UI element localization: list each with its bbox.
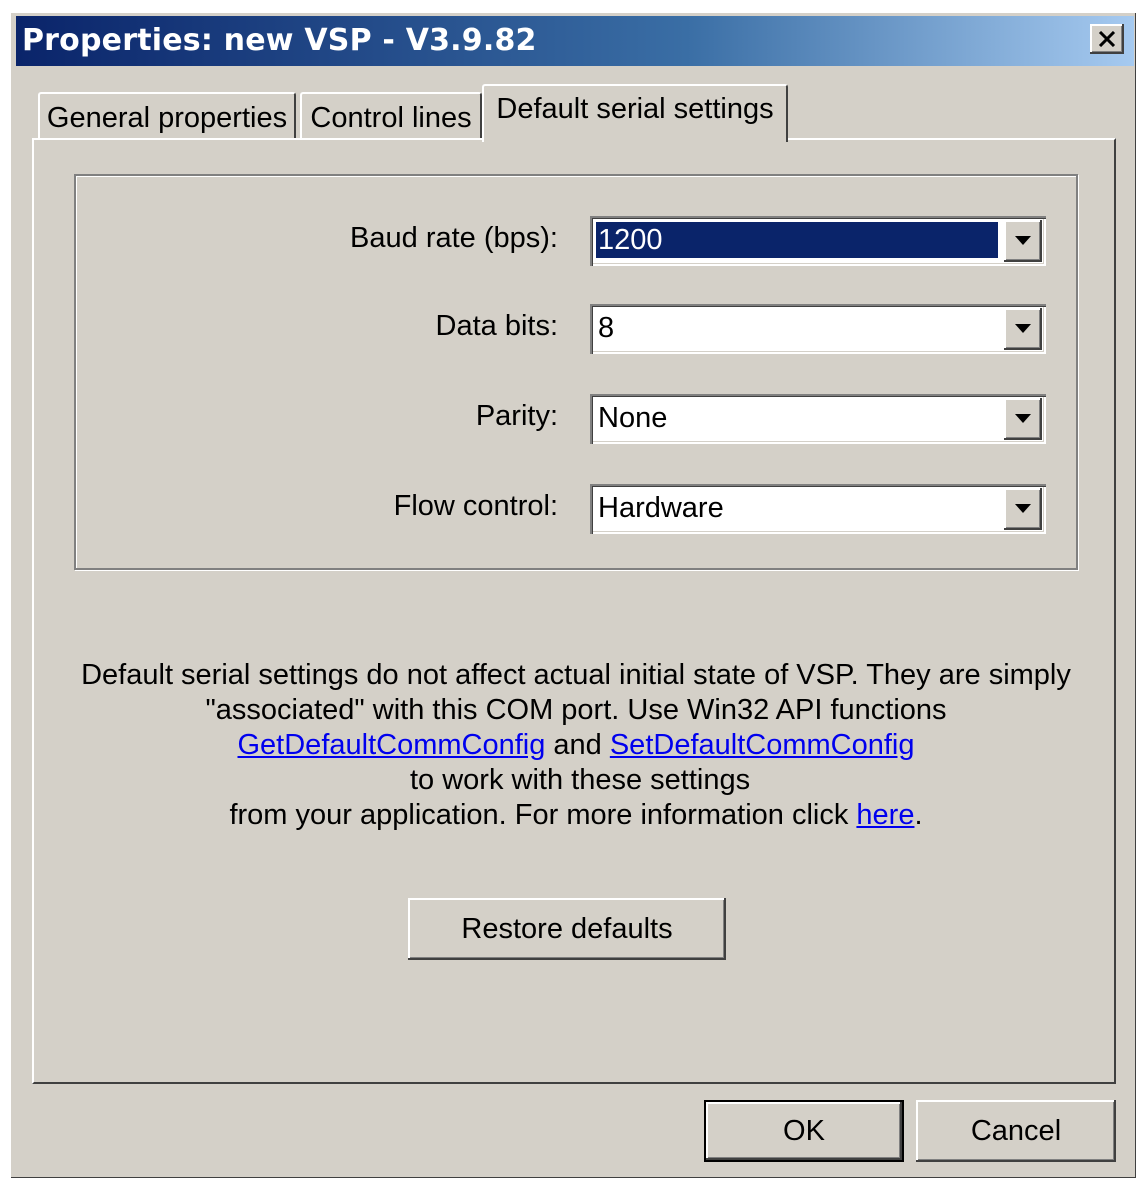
chevron-down-icon xyxy=(1015,324,1031,333)
tab-control-lines[interactable]: Control lines xyxy=(300,92,482,142)
here-link[interactable]: here xyxy=(856,799,914,831)
tab-general-properties[interactable]: General properties xyxy=(38,92,296,142)
info-line-4-prefix: from your application. For more informat… xyxy=(229,799,857,831)
set-default-comm-config-link[interactable]: SetDefaultCommConfig xyxy=(610,729,915,761)
flow-control-dropdown-button[interactable] xyxy=(1004,488,1042,530)
info-after-links: to work with these settings xyxy=(401,764,751,796)
tab-label: Control lines xyxy=(310,101,472,134)
parity-label: Parity: xyxy=(475,400,558,432)
tab-label: Default serial settings xyxy=(496,92,774,125)
baud-rate-dropdown-button[interactable] xyxy=(1004,220,1042,262)
cancel-button[interactable]: Cancel xyxy=(916,1100,1116,1162)
get-default-comm-config-link[interactable]: GetDefaultCommConfig xyxy=(238,729,546,761)
chevron-down-icon xyxy=(1015,414,1031,423)
data-bits-value: 8 xyxy=(598,312,615,344)
data-bits-dropdown-button[interactable] xyxy=(1004,308,1042,350)
restore-defaults-button[interactable]: Restore defaults xyxy=(408,898,726,960)
data-bits-label: Data bits: xyxy=(435,310,559,342)
info-line-3: GetDefaultCommConfig and SetDefaultCommC… xyxy=(74,728,1078,798)
info-line-1: Default serial settings do not affect ac… xyxy=(81,659,1071,691)
title-bar[interactable]: Properties: new VSP - V3.9.82 xyxy=(16,16,1134,66)
info-line-2: "associated" with this COM port. Use Win… xyxy=(205,694,947,726)
tab-panel-default-serial-settings: Baud rate (bps): 1200 Data bits: 8 Parit… xyxy=(32,138,1116,1084)
flow-control-select[interactable]: Hardware xyxy=(590,484,1046,534)
parity-dropdown-button[interactable] xyxy=(1004,398,1042,440)
serial-settings-group: Baud rate (bps): 1200 Data bits: 8 Parit… xyxy=(74,174,1078,570)
flow-control-value: Hardware xyxy=(598,492,724,524)
baud-rate-label: Baud rate (bps): xyxy=(350,222,558,254)
data-bits-select[interactable]: 8 xyxy=(590,304,1046,354)
parity-select[interactable]: None xyxy=(590,394,1046,444)
info-and-text: and xyxy=(545,729,610,761)
close-icon xyxy=(1098,31,1116,47)
restore-defaults-label: Restore defaults xyxy=(461,912,673,945)
close-button[interactable] xyxy=(1090,24,1124,54)
baud-rate-value: 1200 xyxy=(596,222,998,258)
properties-dialog: Properties: new VSP - V3.9.82 General pr… xyxy=(10,12,1136,1178)
window-title: Properties: new VSP - V3.9.82 xyxy=(22,23,537,58)
tab-label: General properties xyxy=(46,101,288,134)
ok-label: OK xyxy=(783,1114,825,1147)
info-line-4: from your application. For more informat… xyxy=(74,798,1078,833)
cancel-label: Cancel xyxy=(970,1114,1062,1147)
info-text: Default serial settings do not affect ac… xyxy=(74,658,1078,833)
ok-button[interactable]: OK xyxy=(704,1100,904,1162)
chevron-down-icon xyxy=(1015,236,1031,245)
flow-control-label: Flow control: xyxy=(393,490,558,522)
baud-rate-select[interactable]: 1200 xyxy=(590,216,1046,266)
chevron-down-icon xyxy=(1015,504,1031,513)
parity-value: None xyxy=(598,402,668,434)
tab-default-serial-settings[interactable]: Default serial settings xyxy=(482,84,788,142)
info-line-4-suffix: . xyxy=(914,799,923,831)
